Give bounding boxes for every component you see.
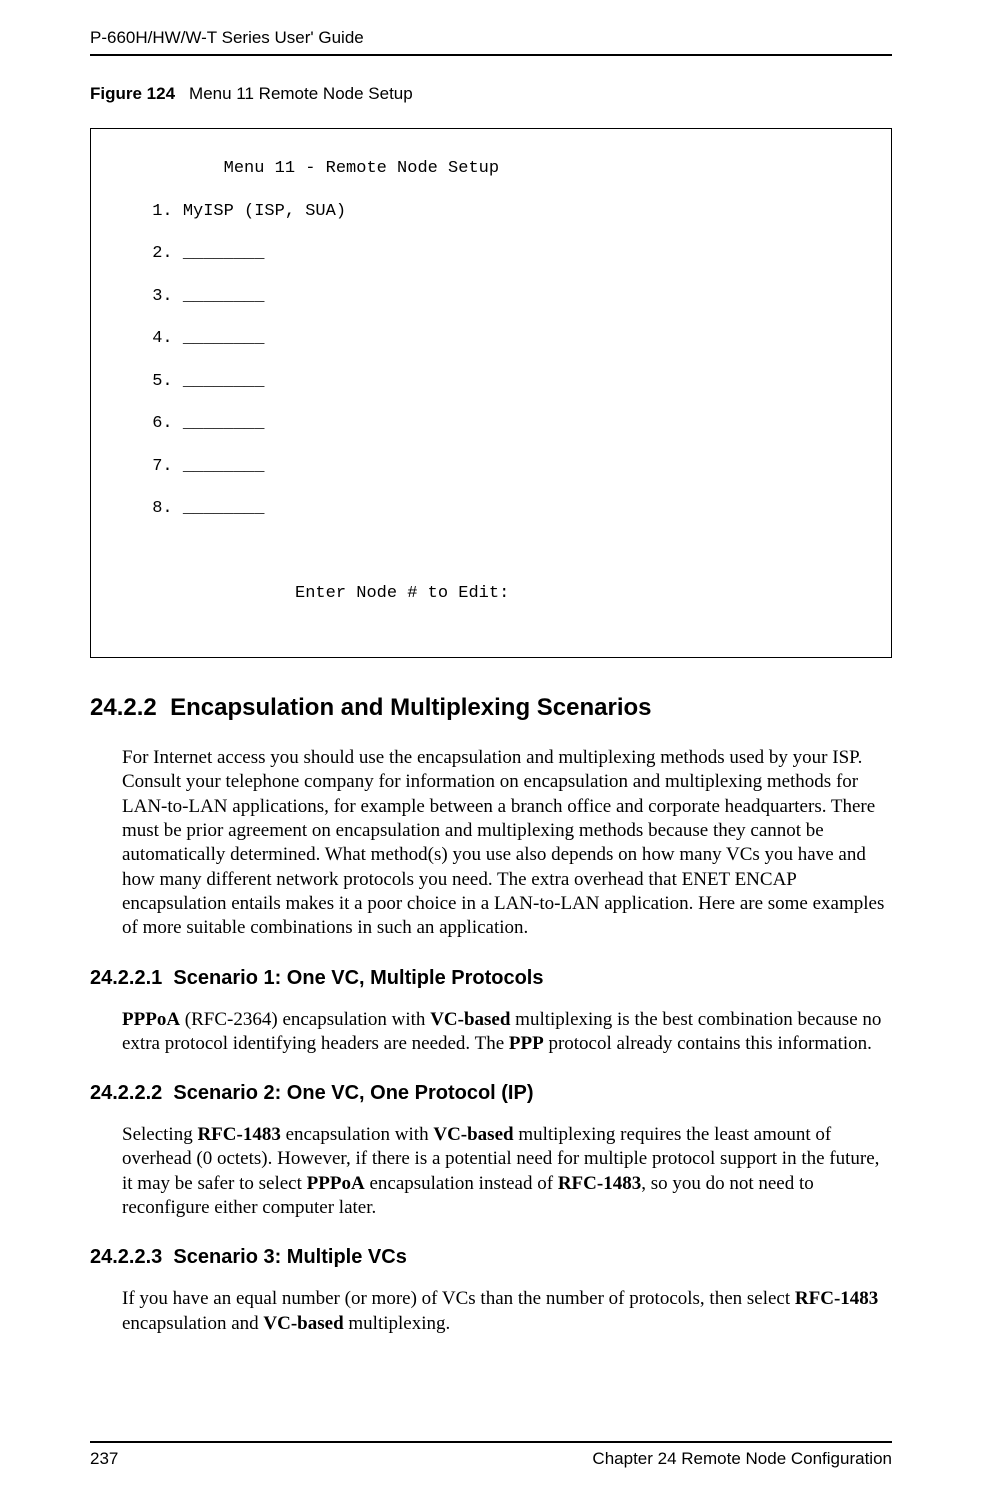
terminal-line-4: 4. ________: [91, 328, 891, 349]
bold-vc-based: VC-based: [263, 1313, 343, 1334]
bold-rfc-1483: RFC-1483: [795, 1288, 878, 1309]
terminal-line-1: 1. MyISP (ISP, SUA): [91, 201, 891, 222]
running-header: P-660H/HW/W-T Series User' Guide: [90, 28, 892, 56]
heading-24-2-2: 24.2.2 Encapsulation and Multiplexing Sc…: [90, 694, 892, 722]
terminal-line-7: 7. ________: [91, 456, 891, 477]
paragraph-s3: Selecting RFC-1483 encapsulation with VC…: [122, 1123, 892, 1220]
bold-vc-based: VC-based: [430, 1009, 510, 1030]
text: Selecting: [122, 1124, 197, 1145]
paragraph-s2: PPPoA (RFC-2364) encapsulation with VC-b…: [122, 1008, 892, 1057]
bold-vc-based: VC-based: [433, 1124, 513, 1145]
terminal-prompt: Enter Node # to Edit:: [91, 583, 891, 604]
bold-rfc-1483: RFC-1483: [197, 1124, 280, 1145]
heading-text: Scenario 2: One VC, One Protocol (IP): [173, 1082, 533, 1104]
terminal-output: Menu 11 - Remote Node Setup 1. MyISP (IS…: [90, 128, 892, 658]
terminal-line-8: 8. ________: [91, 498, 891, 519]
heading-text: Encapsulation and Multiplexing Scenarios: [170, 694, 651, 721]
terminal-line-6: 6. ________: [91, 413, 891, 434]
terminal-line-2: 2. ________: [91, 243, 891, 264]
heading-text: Scenario 1: One VC, Multiple Protocols: [173, 967, 543, 989]
paragraph-s4: If you have an equal number (or more) of…: [122, 1287, 892, 1336]
figure-label: Figure 124: [90, 84, 175, 103]
heading-number: 24.2.2.2: [90, 1082, 162, 1104]
bold-pppoa: PPPoA: [122, 1009, 180, 1030]
paragraph-block: If you have an equal number (or more) of…: [122, 1287, 892, 1336]
figure-title: Menu 11 Remote Node Setup: [189, 84, 413, 103]
bold-pppoa: PPPoA: [307, 1173, 365, 1194]
page-footer: 237 Chapter 24 Remote Node Configuration: [90, 1441, 892, 1469]
text: If you have an equal number (or more) of…: [122, 1288, 795, 1309]
text: protocol already contains this informati…: [544, 1033, 872, 1054]
terminal-title: Menu 11 - Remote Node Setup: [91, 158, 891, 179]
heading-text: Scenario 3: Multiple VCs: [173, 1246, 406, 1268]
text: encapsulation with: [281, 1124, 434, 1145]
bold-ppp: PPP: [509, 1033, 544, 1054]
terminal-line-3: 3. ________: [91, 286, 891, 307]
heading-number: 24.2.2.1: [90, 967, 162, 989]
page-number: 237: [90, 1449, 118, 1469]
heading-24-2-2-1: 24.2.2.1 Scenario 1: One VC, Multiple Pr…: [90, 967, 892, 990]
chapter-label: Chapter 24 Remote Node Configuration: [592, 1449, 892, 1469]
text: multiplexing.: [344, 1313, 451, 1334]
heading-24-2-2-2: 24.2.2.2 Scenario 2: One VC, One Protoco…: [90, 1082, 892, 1105]
text: (RFC-2364) encapsulation with: [180, 1009, 430, 1030]
heading-number: 24.2.2: [90, 694, 157, 721]
terminal-line-5: 5. ________: [91, 371, 891, 392]
figure-caption: Figure 124 Menu 11 Remote Node Setup: [90, 84, 892, 104]
paragraph-s1: For Internet access you should use the e…: [122, 746, 892, 941]
heading-number: 24.2.2.3: [90, 1246, 162, 1268]
text: encapsulation and: [122, 1313, 263, 1334]
heading-24-2-2-3: 24.2.2.3 Scenario 3: Multiple VCs: [90, 1246, 892, 1269]
bold-rfc-1483: RFC-1483: [558, 1173, 641, 1194]
terminal-blank: [91, 541, 891, 562]
text: encapsulation instead of: [365, 1173, 558, 1194]
paragraph-block: Selecting RFC-1483 encapsulation with VC…: [122, 1123, 892, 1220]
page: P-660H/HW/W-T Series User' Guide Figure …: [0, 0, 982, 1503]
paragraph-block: For Internet access you should use the e…: [122, 746, 892, 941]
paragraph-block: PPPoA (RFC-2364) encapsulation with VC-b…: [122, 1008, 892, 1057]
